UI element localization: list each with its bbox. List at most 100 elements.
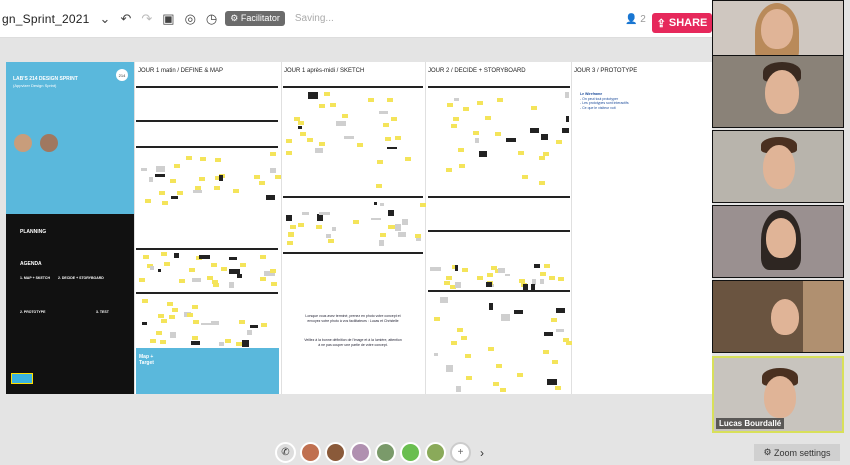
sticky-note[interactable]: [247, 329, 253, 335]
sticky-note[interactable]: [433, 316, 440, 321]
sticky-note[interactable]: [335, 120, 347, 126]
sticky-note[interactable]: [486, 273, 493, 278]
sticky-note[interactable]: [539, 278, 544, 285]
sticky-note[interactable]: [174, 252, 179, 259]
sticky-note[interactable]: [455, 282, 461, 288]
sticky-note[interactable]: [386, 146, 397, 149]
sticky-note[interactable]: [534, 264, 540, 268]
sticky-note[interactable]: [199, 177, 206, 182]
sticky-note[interactable]: [319, 211, 330, 215]
sticky-note[interactable]: [210, 321, 219, 326]
sticky-note[interactable]: [269, 152, 276, 157]
sticky-note[interactable]: [318, 103, 325, 108]
sticky-note[interactable]: [229, 281, 234, 288]
collaborator-avatar[interactable]: [350, 442, 371, 463]
frame-icon[interactable]: ▣: [162, 11, 174, 27]
sticky-note[interactable]: [478, 151, 487, 157]
sticky-note[interactable]: [324, 92, 331, 96]
sticky-note[interactable]: [375, 184, 382, 189]
sticky-note[interactable]: [395, 136, 402, 141]
sticky-note[interactable]: [286, 138, 293, 143]
sticky-note[interactable]: [161, 201, 168, 206]
sticky-note[interactable]: [405, 156, 412, 161]
sticky-note[interactable]: [415, 237, 421, 241]
sticky-note[interactable]: [538, 156, 545, 161]
chevron-right-icon[interactable]: ›: [480, 446, 484, 460]
sticky-note[interactable]: [297, 125, 302, 129]
chevron-down-icon[interactable]: ⌄: [100, 11, 111, 27]
sticky-note[interactable]: [342, 113, 349, 118]
sticky-note[interactable]: [476, 101, 483, 106]
sticky-note[interactable]: [170, 179, 177, 184]
sticky-note[interactable]: [239, 263, 246, 268]
sticky-note[interactable]: [159, 190, 166, 195]
sticky-note[interactable]: [543, 332, 553, 337]
sticky-note[interactable]: [565, 92, 569, 98]
sticky-note[interactable]: [465, 376, 472, 381]
user-count[interactable]: 👤 2: [625, 14, 646, 25]
undo-icon[interactable]: ↶: [120, 11, 131, 27]
video-tile[interactable]: [712, 280, 844, 353]
sticky-note[interactable]: [261, 323, 268, 328]
sticky-note[interactable]: [308, 92, 319, 100]
sticky-note[interactable]: [167, 302, 174, 307]
sticky-note[interactable]: [505, 273, 511, 276]
sticky-note[interactable]: [269, 168, 277, 173]
sticky-note[interactable]: [531, 106, 538, 111]
sticky-note[interactable]: [186, 155, 193, 160]
sticky-note[interactable]: [377, 159, 384, 164]
sticky-note[interactable]: [498, 267, 506, 274]
sticky-note[interactable]: [379, 232, 386, 237]
sticky-note[interactable]: [387, 98, 394, 103]
sticky-note[interactable]: [440, 297, 448, 304]
sticky-note[interactable]: [455, 385, 461, 393]
sticky-note[interactable]: [299, 131, 306, 136]
sticky-note[interactable]: [454, 98, 459, 101]
sticky-note[interactable]: [548, 275, 555, 280]
sticky-note[interactable]: [387, 225, 394, 230]
sticky-note[interactable]: [387, 210, 394, 216]
sticky-note[interactable]: [190, 341, 201, 346]
sticky-note[interactable]: [141, 321, 148, 326]
incognito-icon[interactable]: ◎: [185, 11, 196, 27]
sticky-note[interactable]: [397, 231, 407, 237]
sticky-note[interactable]: [459, 163, 466, 168]
sticky-note[interactable]: [485, 281, 493, 287]
sticky-note[interactable]: [513, 309, 523, 314]
sticky-note[interactable]: [149, 265, 154, 271]
sticky-note[interactable]: [561, 128, 569, 134]
sticky-note[interactable]: [458, 147, 465, 152]
facilitator-badge[interactable]: ⚙ Facilitator: [225, 11, 285, 26]
sticky-note[interactable]: [551, 359, 558, 364]
sticky-note[interactable]: [565, 115, 570, 122]
sticky-note[interactable]: [556, 329, 564, 333]
board-title[interactable]: gn_Sprint_2021: [2, 12, 90, 26]
sticky-note[interactable]: [550, 317, 557, 322]
sticky-note[interactable]: [390, 116, 397, 121]
collaborator-avatar[interactable]: [425, 442, 446, 463]
sticky-note[interactable]: [210, 262, 217, 267]
board-frame[interactable]: [136, 292, 278, 346]
sticky-note[interactable]: [487, 346, 494, 351]
sticky-note[interactable]: [170, 331, 176, 339]
sticky-note[interactable]: [259, 276, 266, 281]
board-frame[interactable]: Lorsque vous avez terminé, prenez en pho…: [283, 252, 423, 394]
sticky-note[interactable]: [306, 138, 313, 143]
sticky-note[interactable]: [494, 131, 501, 136]
map-target-frame[interactable]: Map + Target: [136, 348, 279, 394]
sticky-note[interactable]: [385, 136, 392, 141]
phone-icon[interactable]: ✆: [275, 442, 296, 463]
sticky-note[interactable]: [155, 330, 162, 335]
sticky-note[interactable]: [555, 139, 562, 144]
sticky-note[interactable]: [378, 111, 388, 114]
sticky-note[interactable]: [517, 150, 524, 155]
sticky-note[interactable]: [193, 189, 202, 193]
sticky-note[interactable]: [450, 124, 457, 129]
sticky-note[interactable]: [274, 174, 281, 179]
sticky-note[interactable]: [454, 264, 458, 271]
sticky-note[interactable]: [228, 257, 238, 261]
video-tile[interactable]: [712, 205, 844, 278]
sticky-note[interactable]: [212, 282, 219, 287]
sticky-note[interactable]: [443, 280, 450, 285]
board-frame[interactable]: [136, 120, 278, 142]
